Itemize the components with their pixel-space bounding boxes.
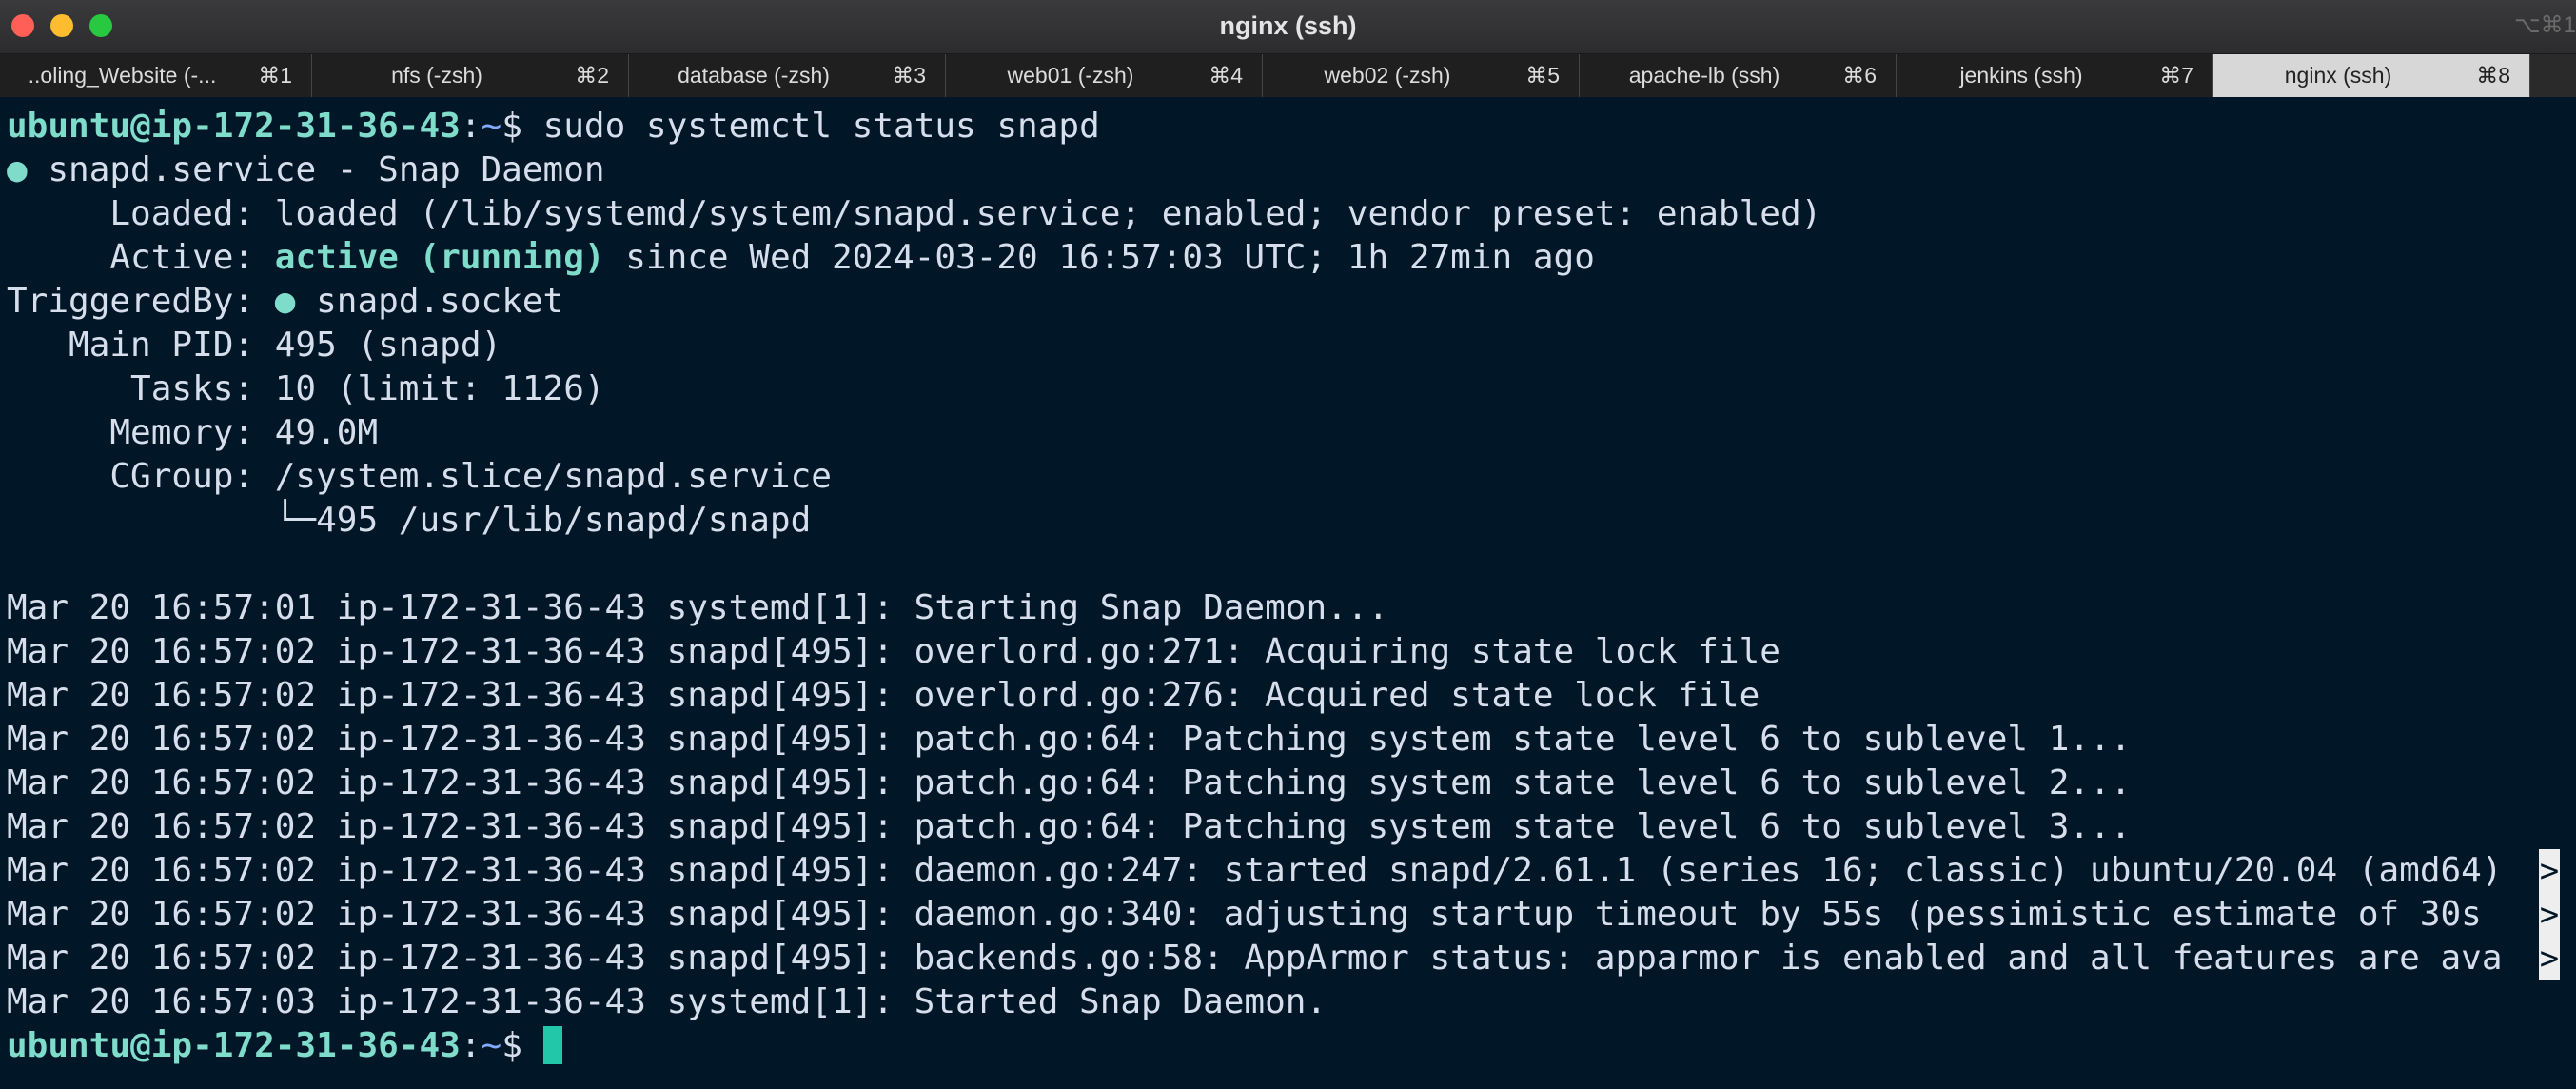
log-line: Mar 20 16:57:02 ip-172-31-36-43 snapd[49… — [7, 807, 2132, 846]
memory-line: Memory: 49.0M — [7, 413, 379, 452]
command-line: ubuntu@ip-172-31-36-43:~$ sudo systemctl… — [7, 105, 1100, 148]
log-line: Mar 20 16:57:02 ip-172-31-36-43 snapd[49… — [7, 851, 2503, 890]
tab-shortcut: ⌘6 — [1842, 63, 1877, 88]
tab-label: nginx (ssh) — [2284, 63, 2392, 88]
tab-label: jenkins (ssh) — [1959, 63, 2083, 88]
triggered-by-line: TriggeredBy: ● snapd.socket — [7, 280, 563, 324]
window-title: nginx (ssh) — [1219, 11, 1357, 40]
tab-web02[interactable]: web02 (-zsh) ⌘5 — [1263, 54, 1580, 97]
command-text: sudo systemctl status snapd — [542, 107, 1100, 146]
title-bar: nginx (ssh) ⌥⌘1 — [0, 0, 2576, 54]
prompt-symbol: $ — [501, 1026, 543, 1065]
new-tab-area[interactable] — [2530, 54, 2576, 97]
tab-label: web01 (-zsh) — [1007, 63, 1134, 88]
tab-label: nfs (-zsh) — [391, 63, 482, 88]
truncation-marker: > — [2539, 893, 2560, 937]
loaded-line: Loaded: loaded (/lib/systemd/system/snap… — [7, 194, 1822, 233]
socket-dot-icon: ● — [274, 282, 296, 321]
tasks-line: Tasks: 10 (limit: 1126) — [7, 369, 605, 408]
service-name: snapd.service - Snap Daemon — [27, 150, 605, 189]
log-line: Mar 20 16:57:02 ip-172-31-36-43 snapd[49… — [7, 939, 2503, 978]
prompt-separator: : — [460, 107, 482, 146]
main-pid-line: Main PID: 495 (snapd) — [7, 326, 502, 365]
window-shortcut: ⌥⌘1 — [2513, 12, 2576, 38]
service-header: ● snapd.service - Snap Daemon — [7, 148, 605, 192]
cgroup-line: CGroup: /system.slice/snapd.service — [7, 457, 832, 496]
tab-shortcut: ⌘4 — [1209, 63, 1243, 88]
tab-shortcut: ⌘2 — [575, 63, 609, 88]
tab-shortcut: ⌘5 — [1525, 63, 1560, 88]
log-line: Mar 20 16:57:02 ip-172-31-36-43 snapd[49… — [7, 720, 2132, 759]
log-line: Mar 20 16:57:02 ip-172-31-36-43 snapd[49… — [7, 632, 1780, 671]
active-state: active (running) — [274, 238, 605, 277]
tab-label: apache-lb (ssh) — [1628, 63, 1780, 88]
prompt-line[interactable]: ubuntu@ip-172-31-36-43:~$ — [7, 1024, 562, 1068]
prompt-user-host: ubuntu@ip-172-31-36-43 — [7, 107, 461, 146]
triggered-value: snapd.socket — [295, 282, 564, 321]
truncation-marker: > — [2539, 937, 2560, 980]
log-line: Mar 20 16:57:02 ip-172-31-36-43 snapd[49… — [7, 895, 2482, 934]
prompt-symbol: $ — [501, 107, 543, 146]
tab-label: ..oling_Website (-... — [28, 63, 217, 88]
truncation-marker: > — [2539, 849, 2560, 893]
prompt-path: ~ — [481, 107, 502, 146]
active-since: since Wed 2024-03-20 16:57:03 UTC; 1h 27… — [604, 238, 1595, 277]
tab-oling-website[interactable]: ..oling_Website (-... ⌘1 — [0, 54, 312, 97]
text-cursor — [542, 1026, 562, 1064]
log-line: Mar 20 16:57:03 ip-172-31-36-43 systemd[… — [7, 982, 1327, 1021]
terminal-output[interactable]: ubuntu@ip-172-31-36-43:~$ sudo systemctl… — [0, 99, 2576, 1089]
tab-database[interactable]: database (-zsh) ⌘3 — [629, 54, 946, 97]
prompt-separator: : — [460, 1026, 482, 1065]
active-line: Active: active (running) since Wed 2024-… — [7, 236, 1595, 280]
tab-shortcut: ⌘8 — [2476, 63, 2510, 88]
prompt-user-host: ubuntu@ip-172-31-36-43 — [7, 1026, 461, 1065]
tab-bar: ..oling_Website (-... ⌘1 nfs (-zsh) ⌘2 d… — [0, 54, 2576, 97]
tab-apache-lb[interactable]: apache-lb (ssh) ⌘6 — [1580, 54, 1897, 97]
tab-shortcut: ⌘3 — [892, 63, 926, 88]
cgroup-child-line: └─495 /usr/lib/snapd/snapd — [7, 501, 812, 540]
tab-shortcut: ⌘7 — [2159, 63, 2193, 88]
tab-web01[interactable]: web01 (-zsh) ⌘4 — [946, 54, 1263, 97]
status-dot-icon: ● — [7, 150, 28, 189]
log-line: Mar 20 16:57:02 ip-172-31-36-43 snapd[49… — [7, 763, 2132, 802]
tab-nfs[interactable]: nfs (-zsh) ⌘2 — [312, 54, 629, 97]
tab-jenkins[interactable]: jenkins (ssh) ⌘7 — [1897, 54, 2213, 97]
tab-label: web02 (-zsh) — [1324, 63, 1451, 88]
log-line: Mar 20 16:57:02 ip-172-31-36-43 snapd[49… — [7, 676, 1760, 715]
tab-label: database (-zsh) — [678, 63, 830, 88]
triggered-label: TriggeredBy: — [7, 282, 275, 321]
tab-shortcut: ⌘1 — [258, 63, 292, 88]
prompt-path: ~ — [481, 1026, 502, 1065]
tab-nginx[interactable]: nginx (ssh) ⌘8 — [2213, 54, 2530, 97]
active-label: Active: — [7, 238, 275, 277]
log-line: Mar 20 16:57:01 ip-172-31-36-43 systemd[… — [7, 588, 1389, 627]
